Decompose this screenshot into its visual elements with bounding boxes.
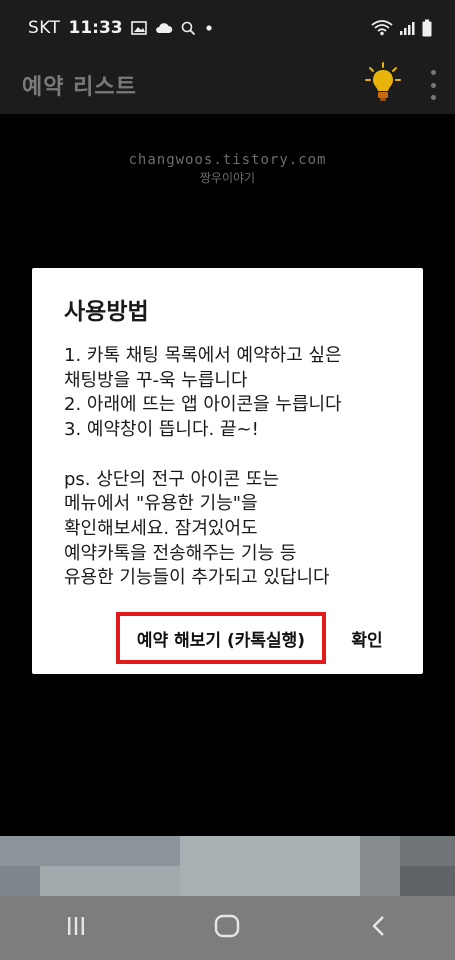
overflow-menu-icon bbox=[430, 70, 436, 75]
wifi-icon bbox=[371, 20, 393, 36]
ad-blur-block bbox=[0, 866, 40, 896]
app-bar-actions bbox=[363, 62, 439, 108]
carrier-label: SKT bbox=[28, 18, 61, 38]
recent-apps-icon bbox=[65, 915, 87, 941]
dialog-line: 1. 카톡 채팅 목록에서 예약하고 싶은 bbox=[64, 345, 342, 366]
recent-apps-button[interactable] bbox=[46, 904, 106, 952]
ad-blur-block bbox=[400, 836, 455, 866]
search-icon bbox=[181, 21, 196, 36]
dialog-message: 1. 카톡 채팅 목록에서 예약하고 싶은 채팅방을 꾸-욱 누릅니다 2. 아… bbox=[64, 344, 419, 591]
dialog-title: 사용방법 bbox=[64, 299, 149, 325]
app-title: 예약 리스트 bbox=[22, 75, 137, 100]
ad-blur-block bbox=[360, 836, 400, 896]
dialog-line: 2. 아래에 뜨는 앱 아이콘을 누릅니다 bbox=[64, 394, 342, 416]
back-button[interactable] bbox=[349, 904, 409, 952]
dot-icon bbox=[204, 23, 214, 33]
ad-blur-block bbox=[40, 866, 180, 896]
app-bar: 예약 리스트 bbox=[0, 56, 455, 114]
try-reservation-button[interactable]: 예약 해보기 (카톡실행) bbox=[116, 612, 326, 664]
ad-blur-block bbox=[180, 836, 360, 896]
dialog-actions: 예약 해보기 (카톡실행) 확인 bbox=[32, 598, 423, 664]
watermark-url: changwoos.tistory.com bbox=[128, 152, 327, 168]
watermark-blog-name: 짱우이야기 bbox=[199, 171, 256, 185]
back-icon bbox=[369, 914, 389, 942]
dialog-line-blank bbox=[64, 443, 419, 468]
lightbulb-button[interactable] bbox=[363, 62, 403, 108]
dialog-line: ps. 상단의 전구 아이콘 또는 bbox=[64, 468, 280, 490]
ad-blur-block bbox=[400, 866, 455, 896]
signal-icon bbox=[399, 20, 415, 36]
home-icon bbox=[214, 913, 240, 943]
battery-icon bbox=[421, 19, 433, 37]
status-left: SKT 11:33 bbox=[28, 18, 214, 38]
dialog-line: 채팅방을 꾸-욱 누릅니다 bbox=[64, 369, 248, 391]
dialog-line: 확인해보세요. 잠겨있어도 bbox=[64, 517, 258, 539]
watermark: changwoos.tistory.com 짱우이야기 bbox=[0, 152, 455, 186]
dialog-line: 3. 예약창이 뜹니다. 끝~! bbox=[64, 419, 259, 441]
ad-blur-block bbox=[0, 836, 180, 866]
dialog-line: 유용한 기능들이 추가되고 있답니다 bbox=[64, 567, 330, 589]
gallery-icon bbox=[130, 21, 147, 35]
dialog-line: 메뉴에서 "유용한 기능"을 bbox=[64, 493, 258, 515]
usage-dialog: 사용방법 1. 카톡 채팅 목록에서 예약하고 싶은 채팅방을 꾸-욱 누릅니다… bbox=[32, 268, 423, 674]
overflow-menu-button[interactable] bbox=[427, 70, 439, 100]
status-bar: SKT 11:33 bbox=[0, 0, 455, 56]
home-button[interactable] bbox=[197, 904, 257, 952]
navigation-bar bbox=[0, 896, 455, 960]
clock: 11:33 bbox=[68, 18, 123, 38]
status-right bbox=[371, 19, 433, 37]
dialog-line: 예약카톡을 전송해주는 기능 등 bbox=[64, 542, 297, 564]
confirm-button[interactable]: 확인 bbox=[340, 612, 394, 664]
lightbulb-icon bbox=[365, 62, 401, 108]
cloud-icon bbox=[155, 22, 173, 34]
ad-banner[interactable] bbox=[0, 836, 455, 896]
